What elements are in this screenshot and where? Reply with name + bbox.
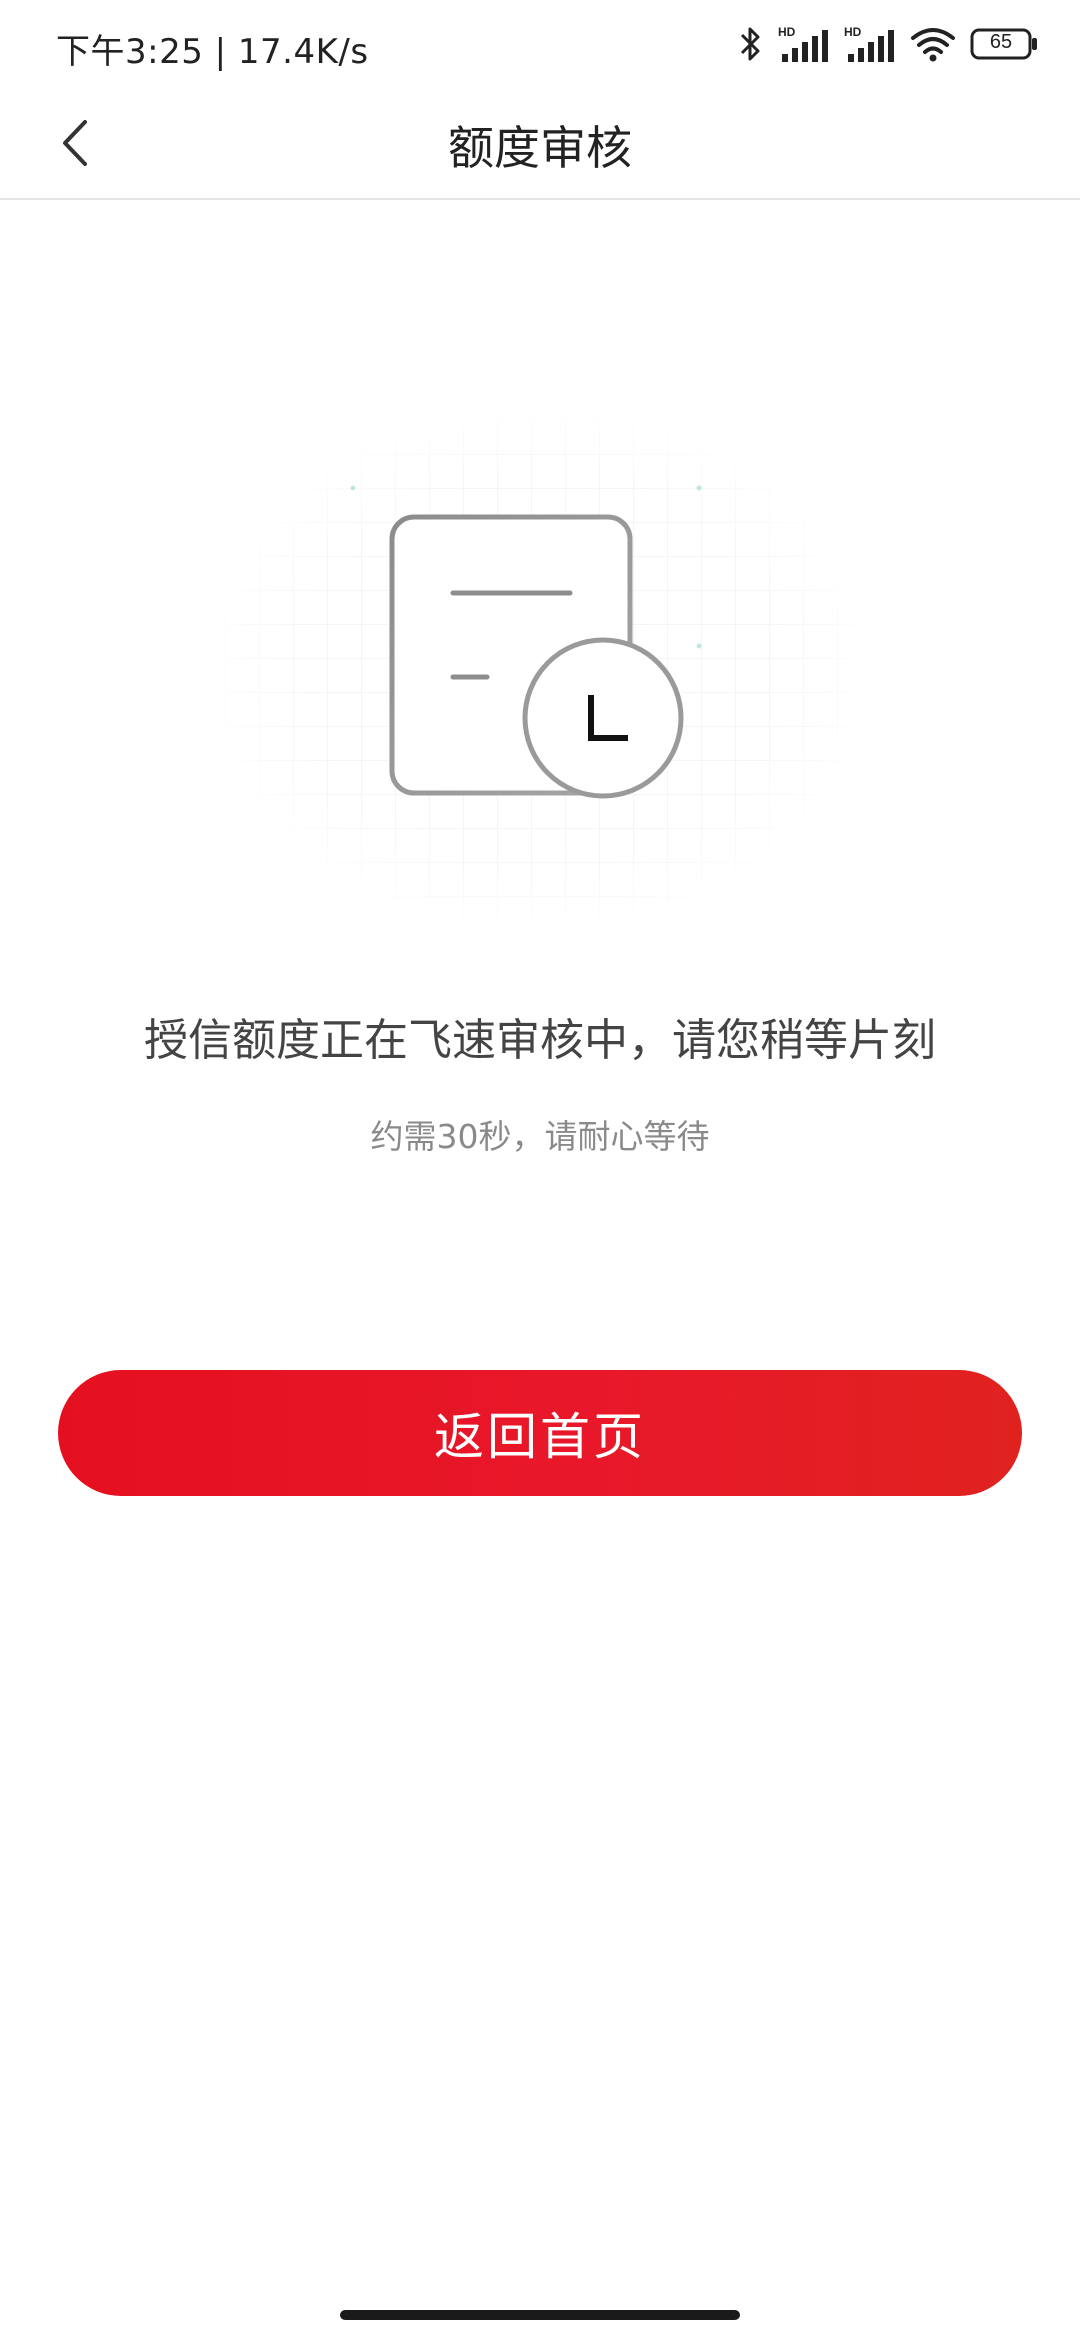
- battery-icon: 65: [970, 24, 1040, 64]
- page-title: 额度审核: [448, 121, 632, 175]
- signal-icon: HD: [778, 24, 830, 64]
- home-indicator[interactable]: [340, 2310, 740, 2320]
- nav-header: 额度审核: [0, 92, 1080, 200]
- review-status-message: 授信额度正在飞速审核中，请您稍等片刻: [144, 1015, 936, 1066]
- status-bar: 下午3:25 | 17.4K/s HD HD 65: [0, 0, 1080, 92]
- bluetooth-icon: [738, 24, 764, 64]
- battery-level: 65: [989, 31, 1013, 53]
- hd-label-2: HD: [844, 25, 862, 39]
- hd-label: HD: [778, 25, 796, 39]
- review-wait-hint: 约需30秒，请耐心等待: [370, 1117, 710, 1156]
- status-icons: HD HD 65: [738, 22, 1040, 66]
- back-to-home-button[interactable]: 返回首页: [58, 1370, 1022, 1496]
- document-clock-illustration: [225, 420, 855, 920]
- signal-icon-2: HD: [844, 24, 896, 64]
- status-time-speed: 下午3:25 | 17.4K/s: [56, 32, 369, 72]
- wifi-icon: [910, 24, 956, 64]
